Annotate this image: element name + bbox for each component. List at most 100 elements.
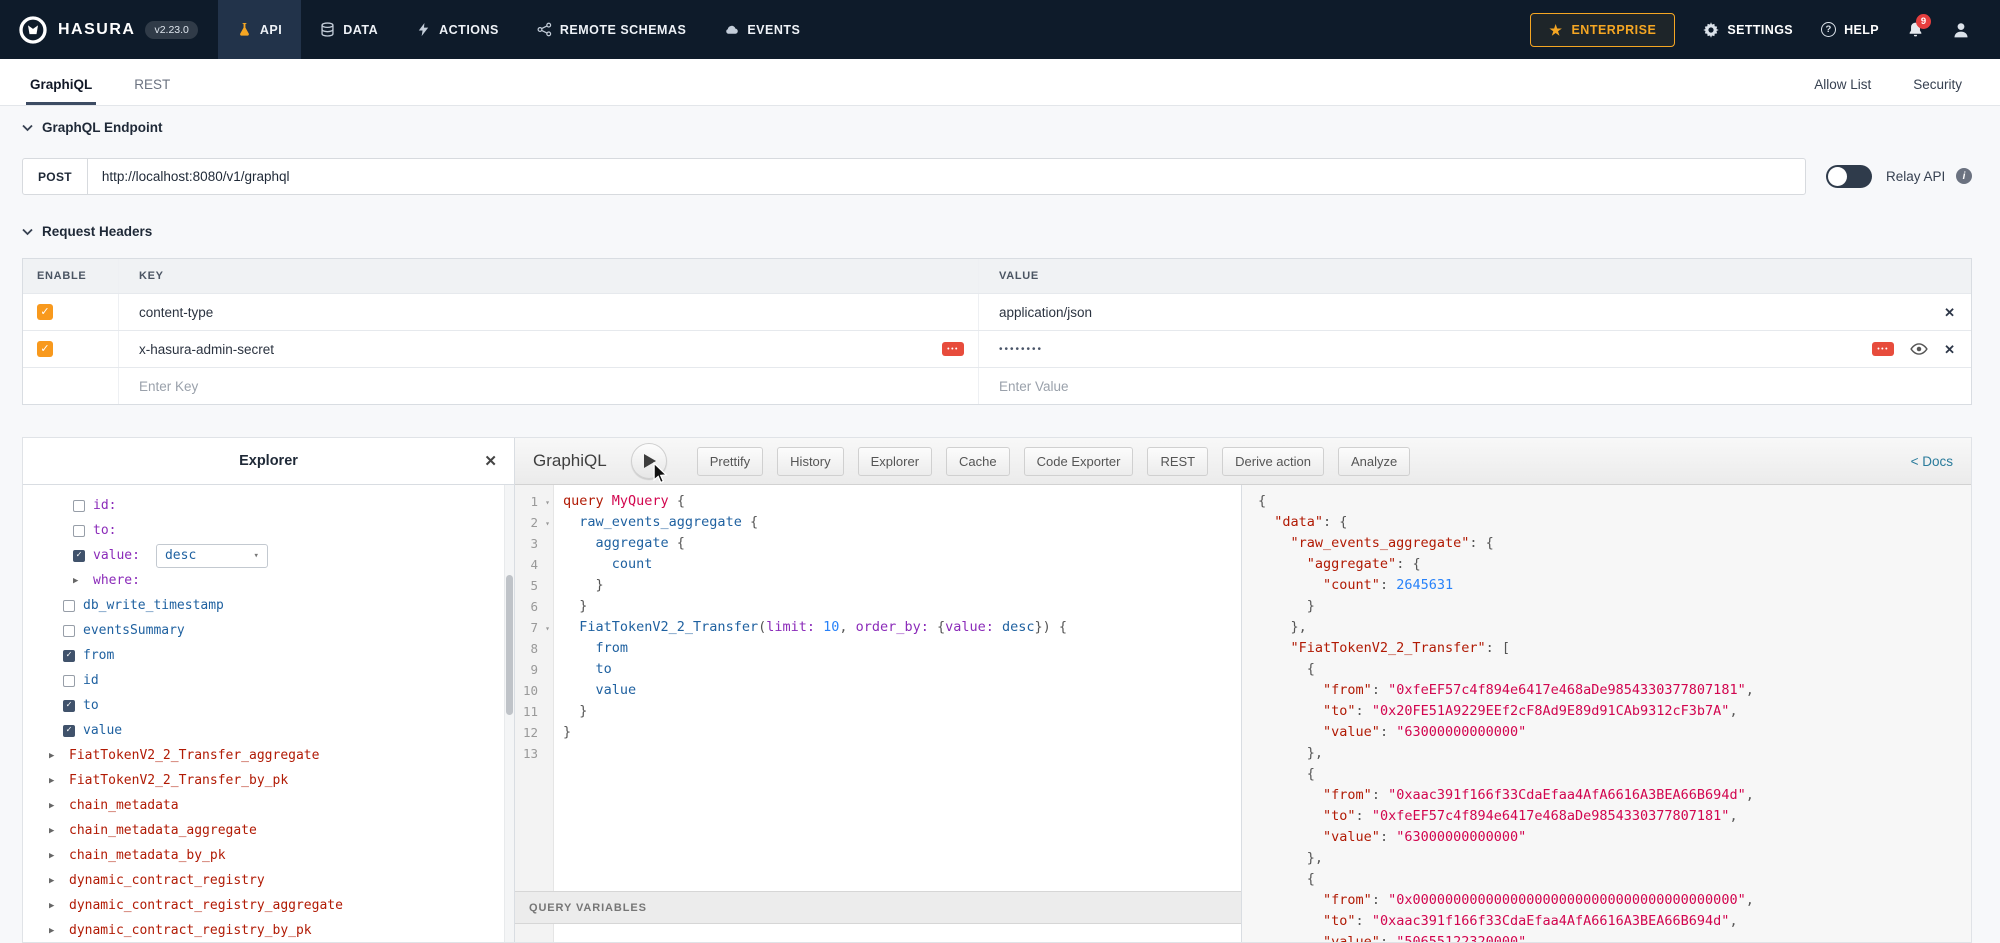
history-button[interactable]: History bbox=[777, 447, 843, 476]
brand[interactable]: HASURA v2.23.0 bbox=[0, 0, 218, 59]
response-line: "raw_events_aggregate": { bbox=[1258, 533, 1971, 554]
analyze-button[interactable]: Analyze bbox=[1338, 447, 1410, 476]
nav-item-events[interactable]: EVENTS bbox=[705, 0, 819, 59]
explorer-item-dynamic_contract_registry_aggregate[interactable]: ▶dynamic_contract_registry_aggregate bbox=[23, 893, 504, 918]
caret-right-icon[interactable]: ▶ bbox=[49, 926, 61, 936]
caret-right-icon[interactable]: ▶ bbox=[49, 851, 61, 861]
caret-right-icon[interactable]: ▶ bbox=[49, 801, 61, 811]
explorer-item-to[interactable]: ✓to bbox=[23, 693, 504, 718]
execute-query-button[interactable] bbox=[631, 443, 667, 479]
explorer-item-id[interactable]: id bbox=[23, 668, 504, 693]
graphql-endpoint-url[interactable]: http://localhost:8080/v1/graphql bbox=[88, 159, 1805, 194]
tab-rest[interactable]: REST bbox=[130, 77, 174, 105]
help-label: HELP bbox=[1844, 23, 1879, 37]
close-icon[interactable]: ✕ bbox=[484, 452, 497, 470]
explorer-checkbox[interactable]: ✓ bbox=[63, 650, 75, 662]
explorer-checkbox[interactable] bbox=[63, 625, 75, 637]
explorer-item-chain_metadata_aggregate[interactable]: ▶chain_metadata_aggregate bbox=[23, 818, 504, 843]
docs-link[interactable]: < Docs bbox=[1911, 454, 1953, 469]
code-line: to bbox=[563, 659, 1241, 680]
caret-right-icon[interactable]: ▶ bbox=[49, 876, 61, 886]
security-link[interactable]: Security bbox=[1913, 77, 1962, 92]
query-variables-bar[interactable]: QUERY VARIABLES bbox=[515, 891, 1241, 924]
nav-item-api[interactable]: API bbox=[218, 0, 301, 59]
table-row-admin-secret: ✓ x-hasura-admin-secret ••• •••••••• •••… bbox=[23, 330, 1971, 367]
user-menu-button[interactable] bbox=[1952, 21, 1970, 39]
caret-right-icon[interactable]: ▶ bbox=[49, 751, 61, 761]
explorer-tree[interactable]: id:to:✓value:desc▾▶where:db_write_timest… bbox=[23, 485, 504, 942]
enterprise-button[interactable]: ★ ENTERPRISE bbox=[1530, 13, 1675, 47]
explorer-checkbox[interactable] bbox=[73, 500, 85, 512]
explorer-item-chain_metadata_by_pk[interactable]: ▶chain_metadata_by_pk bbox=[23, 843, 504, 868]
caret-right-icon[interactable]: ▶ bbox=[73, 576, 85, 586]
rest-button[interactable]: REST bbox=[1147, 447, 1208, 476]
notifications-button[interactable]: 9 bbox=[1907, 21, 1924, 38]
cache-button[interactable]: Cache bbox=[946, 447, 1010, 476]
explorer-checkbox[interactable]: ✓ bbox=[73, 550, 85, 562]
code-exporter-button[interactable]: Code Exporter bbox=[1024, 447, 1134, 476]
explorer-checkbox[interactable]: ✓ bbox=[63, 725, 75, 737]
editor-gutter: 1▾2▾34567▾8910111213 bbox=[515, 485, 554, 942]
explorer-button[interactable]: Explorer bbox=[858, 447, 932, 476]
explorer-item-label: dynamic_contract_registry bbox=[69, 873, 265, 888]
explorer-item-FiatTokenV2_2_Transfer_aggregate[interactable]: ▶FiatTokenV2_2_Transfer_aggregate bbox=[23, 743, 504, 768]
response-line: "to": "0xfeEF57c4f894e6417e468aDe9854330… bbox=[1258, 806, 1971, 827]
brand-name: HASURA bbox=[58, 21, 135, 39]
explorer-item-db_write_timestamp[interactable]: db_write_timestamp bbox=[23, 593, 504, 618]
new-header-value-input[interactable]: Enter Value bbox=[999, 379, 1069, 394]
header-value[interactable]: application/json bbox=[999, 305, 1092, 320]
explorer-item-chain_metadata[interactable]: ▶chain_metadata bbox=[23, 793, 504, 818]
remove-header-button[interactable]: ✕ bbox=[1944, 306, 1955, 319]
eye-icon[interactable] bbox=[1910, 340, 1928, 358]
info-icon[interactable]: i bbox=[1956, 168, 1972, 184]
explorer-item-dynamic_contract_registry[interactable]: ▶ dynamic_contract_registry bbox=[23, 868, 504, 893]
caret-right-icon[interactable]: ▶ bbox=[49, 901, 61, 911]
caret-right-icon[interactable]: ▶ bbox=[49, 776, 61, 786]
allow-list-link[interactable]: Allow List bbox=[1814, 77, 1871, 92]
fold-icon[interactable]: ▾ bbox=[545, 492, 550, 513]
explorer-checkbox[interactable]: ✓ bbox=[63, 700, 75, 712]
header-key[interactable]: x-hasura-admin-secret bbox=[139, 342, 274, 357]
explorer-item-value[interactable]: ✓value bbox=[23, 718, 504, 743]
scrollbar-thumb[interactable] bbox=[506, 575, 513, 715]
header-value-masked[interactable]: •••••••• bbox=[999, 344, 1043, 355]
explorer-item-value[interactable]: ✓value:desc▾ bbox=[23, 543, 504, 568]
new-header-key-input[interactable]: Enter Key bbox=[139, 379, 198, 394]
nav-item-data[interactable]: DATA bbox=[301, 0, 397, 59]
explorer-checkbox[interactable] bbox=[73, 525, 85, 537]
header-key[interactable]: content-type bbox=[139, 305, 213, 320]
help-button[interactable]: ? HELP bbox=[1821, 22, 1879, 37]
derive-action-button[interactable]: Derive action bbox=[1222, 447, 1324, 476]
explorer-item-where[interactable]: ▶where: bbox=[23, 568, 504, 593]
prettify-button[interactable]: Prettify bbox=[697, 447, 763, 476]
explorer-item-eventsSummary[interactable]: eventsSummary bbox=[23, 618, 504, 643]
explorer-scrollbar[interactable] bbox=[504, 485, 514, 942]
endpoint-section-header[interactable]: GraphQL Endpoint bbox=[22, 120, 163, 135]
order-direction-select[interactable]: desc▾ bbox=[156, 544, 268, 568]
explorer-item-from[interactable]: ✓from bbox=[23, 643, 504, 668]
explorer-checkbox[interactable] bbox=[63, 675, 75, 687]
request-headers-section-header[interactable]: Request Headers bbox=[22, 224, 152, 239]
explorer-item-dynamic_contract_registry_by_pk[interactable]: ▶dynamic_contract_registry_by_pk bbox=[23, 918, 504, 942]
fold-icon[interactable]: ▾ bbox=[545, 618, 550, 639]
response-line: { bbox=[1258, 869, 1971, 890]
explorer-item-id[interactable]: id: bbox=[23, 493, 504, 518]
code-line: } bbox=[563, 575, 1241, 596]
explorer-item-to[interactable]: to: bbox=[23, 518, 504, 543]
column-enable: ENABLE bbox=[23, 259, 118, 293]
remove-header-button[interactable]: ✕ bbox=[1944, 343, 1955, 356]
nav-item-remote-schemas[interactable]: REMOTE SCHEMAS bbox=[518, 0, 705, 59]
explorer-checkbox[interactable] bbox=[63, 600, 75, 612]
fold-icon[interactable]: ▾ bbox=[545, 513, 550, 534]
relay-api-toggle[interactable] bbox=[1826, 165, 1872, 188]
header-enable-checkbox[interactable]: ✓ bbox=[37, 304, 53, 320]
header-enable-checkbox[interactable]: ✓ bbox=[37, 341, 53, 357]
explorer-panel: Explorer ✕ id:to:✓value:desc▾▶where:db_w… bbox=[23, 438, 515, 942]
query-editor[interactable]: 1▾2▾34567▾8910111213 query MyQuery { raw… bbox=[515, 485, 1241, 942]
tab-graphiql[interactable]: GraphiQL bbox=[26, 77, 96, 105]
play-icon bbox=[644, 454, 656, 468]
explorer-item-FiatTokenV2_2_Transfer_by_pk[interactable]: ▶FiatTokenV2_2_Transfer_by_pk bbox=[23, 768, 504, 793]
caret-right-icon[interactable]: ▶ bbox=[49, 826, 61, 836]
nav-item-actions[interactable]: ACTIONS bbox=[397, 0, 518, 59]
settings-button[interactable]: SETTINGS bbox=[1703, 22, 1793, 38]
